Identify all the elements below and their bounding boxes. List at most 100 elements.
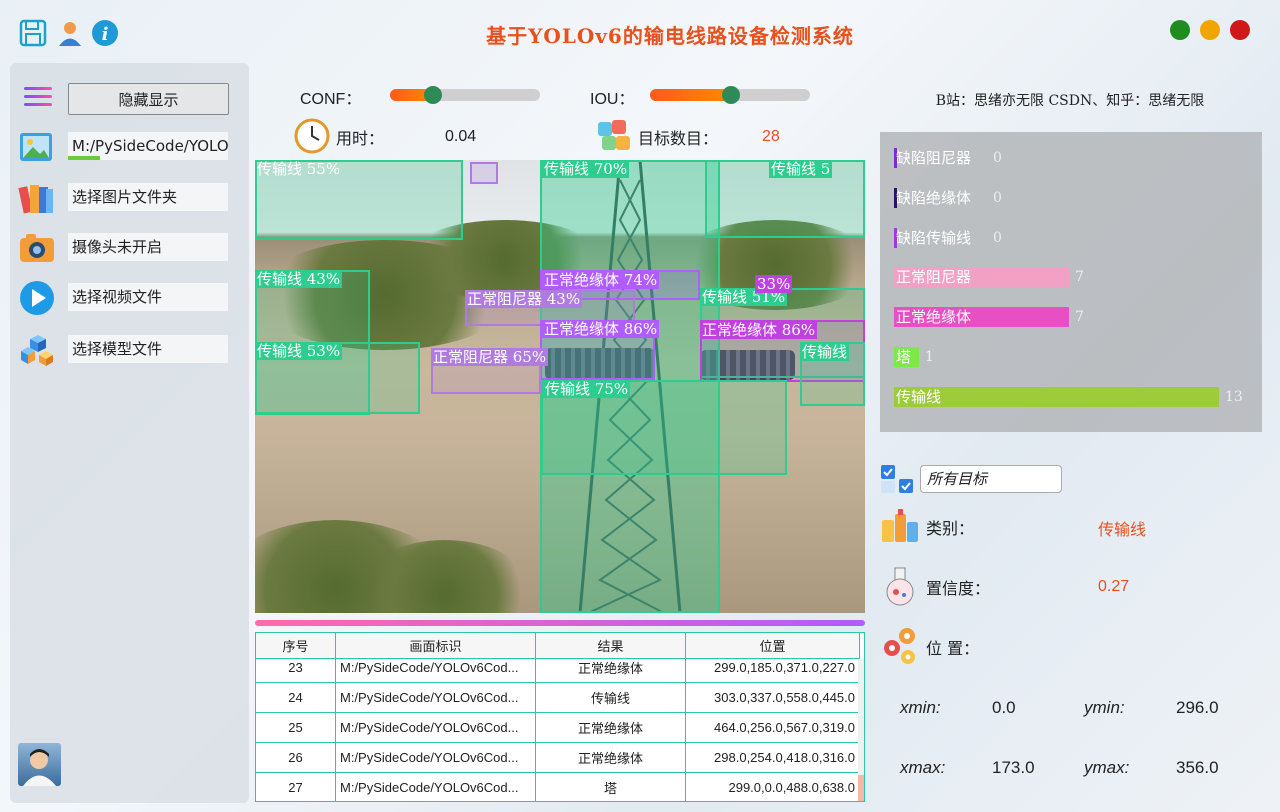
svg-text:i: i bbox=[102, 24, 109, 45]
info-icon[interactable]: i bbox=[90, 18, 120, 48]
cell-index: 27 bbox=[256, 773, 336, 801]
cell-source: M:/PySideCode/YOLOv6Cod... bbox=[336, 683, 536, 712]
detection-label: 传输线 5 bbox=[769, 160, 833, 178]
stat-row: 缺陷阻尼器 0 bbox=[894, 148, 1002, 168]
detection-label: 正常绝缘体 86% bbox=[700, 321, 818, 339]
flask-icon bbox=[882, 566, 918, 610]
xmax-value: 173.0 bbox=[992, 758, 1035, 777]
stat-row: 传输线 13 bbox=[894, 387, 1243, 407]
iou-label: IOU： bbox=[590, 91, 635, 108]
detection-label: 33% bbox=[755, 275, 793, 293]
cell-position: 298.0,254.0,418.0,316.0 bbox=[686, 743, 860, 772]
table-row[interactable]: 25 M:/PySideCode/YOLOv6Cod... 正常绝缘体 464.… bbox=[256, 713, 860, 743]
conf-label: CONF： bbox=[300, 91, 362, 108]
count-value: 28 bbox=[762, 128, 780, 145]
target-select[interactable]: 所有目标 bbox=[920, 465, 1062, 493]
select-image-folder[interactable]: 选择图片文件夹 bbox=[68, 183, 228, 211]
table-row[interactable]: 23 M:/PySideCode/YOLOv6Cod... 正常绝缘体 299.… bbox=[256, 653, 860, 683]
camera-icon bbox=[18, 229, 56, 267]
time-label: 用时： bbox=[336, 129, 385, 148]
dice-icon bbox=[596, 118, 632, 158]
bottles-icon bbox=[880, 506, 920, 550]
cell-position: 299.0,0.0,488.0,638.0 bbox=[686, 773, 860, 801]
maximize-button[interactable] bbox=[1170, 20, 1190, 40]
cell-source: M:/PySideCode/YOLOv6Cod... bbox=[336, 773, 536, 801]
cell-position: 299.0,185.0,371.0,227.0 bbox=[686, 653, 860, 682]
close-button[interactable] bbox=[1230, 20, 1250, 40]
cell-result: 正常绝缘体 bbox=[536, 713, 686, 742]
cell-result: 传输线 bbox=[536, 683, 686, 712]
detection-label: 传输线 55% bbox=[257, 160, 341, 178]
conf-slider[interactable] bbox=[390, 86, 540, 104]
detection-box bbox=[470, 162, 498, 184]
stat-bar: 塔 bbox=[894, 347, 919, 367]
detection-label: 正常阻尼器 43% bbox=[465, 290, 583, 308]
ymax-value: 356.0 bbox=[1176, 758, 1219, 777]
cell-position: 464.0,256.0,567.0,319.0 bbox=[686, 713, 860, 742]
detection-label: 传输线 70% bbox=[542, 160, 630, 178]
table-row[interactable]: 27 M:/PySideCode/YOLOv6Cod... 塔 299.0,0.… bbox=[256, 773, 860, 801]
stat-row: 正常阻尼器 7 bbox=[894, 267, 1084, 287]
stat-row: 缺陷传输线 0 bbox=[894, 228, 1002, 248]
detection-label: 传输线 43% bbox=[255, 270, 343, 288]
stat-row: 塔 1 bbox=[894, 347, 934, 367]
sidebar: 隐藏显示 M:/PySideCode/YOLO 选择图片文件夹 摄像头未开启 选… bbox=[10, 63, 249, 803]
cell-source: M:/PySideCode/YOLOv6Cod... bbox=[336, 653, 536, 682]
count-label: 目标数目： bbox=[638, 129, 719, 148]
iou-slider-handle[interactable] bbox=[722, 86, 740, 104]
detection-label: 传输线 53% bbox=[255, 342, 343, 360]
confidence-label: 置信度： bbox=[926, 579, 991, 598]
minimize-button[interactable] bbox=[1200, 20, 1220, 40]
conf-slider-handle[interactable] bbox=[424, 86, 442, 104]
stat-row: 正常绝缘体 7 bbox=[894, 307, 1084, 327]
ymin-value: 296.0 bbox=[1176, 698, 1219, 717]
xmax-label: xmax: bbox=[900, 758, 946, 777]
iou-slider[interactable] bbox=[650, 86, 810, 104]
cell-index: 25 bbox=[256, 713, 336, 742]
cubes-icon bbox=[18, 331, 56, 369]
cell-source: M:/PySideCode/YOLOv6Cod... bbox=[336, 743, 536, 772]
time-value: 0.04 bbox=[445, 128, 477, 145]
xmin-value: 0.0 bbox=[992, 698, 1016, 717]
stat-bar: 正常绝缘体 bbox=[894, 307, 1069, 327]
play-icon bbox=[18, 279, 56, 317]
user-icon[interactable] bbox=[55, 18, 85, 48]
credit-text: B站：思绪亦无限 CSDN、知乎：思绪无限 bbox=[935, 93, 1205, 109]
detection-label: 传输线 bbox=[800, 343, 850, 361]
cell-result: 正常绝缘体 bbox=[536, 743, 686, 772]
select-model-file[interactable]: 选择模型文件 bbox=[68, 335, 228, 363]
class-value: 传输线 bbox=[1098, 520, 1147, 539]
cell-position: 303.0,337.0,558.0,445.0 bbox=[686, 683, 860, 712]
app-title: 基于YOLOv6的输电线路设备检测系统 bbox=[486, 24, 854, 48]
table-row[interactable]: 26 M:/PySideCode/YOLOv6Cod... 正常绝缘体 298.… bbox=[256, 743, 860, 773]
cell-source: M:/PySideCode/YOLOv6Cod... bbox=[336, 713, 536, 742]
cell-index: 26 bbox=[256, 743, 336, 772]
stat-bar: 缺陷绝缘体 bbox=[894, 188, 972, 208]
select-video-file[interactable]: 选择视频文件 bbox=[68, 283, 228, 311]
detection-image: 传输线 55% 传输线 70% 传输线 5 传输线 43% 正常绝缘体 74% … bbox=[255, 160, 865, 613]
books-icon bbox=[18, 179, 56, 217]
table-scrollbar[interactable] bbox=[858, 659, 864, 801]
xmin-label: xmin: bbox=[900, 698, 941, 717]
stat-row: 缺陷绝缘体 0 bbox=[894, 188, 1002, 208]
confidence-value: 0.27 bbox=[1098, 578, 1130, 595]
camera-toggle[interactable]: 摄像头未开启 bbox=[68, 233, 228, 261]
menu-icon[interactable] bbox=[24, 87, 52, 111]
class-label: 类别： bbox=[926, 519, 975, 538]
table-row[interactable]: 24 M:/PySideCode/YOLOv6Cod... 传输线 303.0,… bbox=[256, 683, 860, 713]
ymin-label: ymin: bbox=[1084, 698, 1125, 717]
cell-index: 24 bbox=[256, 683, 336, 712]
results-table[interactable]: 序号 画面标识 结果 位置 23 M:/PySideCode/YOLOv6Cod… bbox=[255, 632, 865, 802]
image-separator bbox=[255, 620, 865, 626]
cell-result: 正常绝缘体 bbox=[536, 653, 686, 682]
gears-icon bbox=[882, 626, 920, 670]
hide-display-button[interactable]: 隐藏显示 bbox=[68, 83, 229, 115]
stat-bar: 缺陷阻尼器 bbox=[894, 148, 972, 168]
stat-bar: 正常阻尼器 bbox=[894, 267, 1069, 287]
save-icon[interactable] bbox=[18, 18, 48, 48]
cell-index: 23 bbox=[256, 653, 336, 682]
path-progress-bar bbox=[68, 156, 100, 160]
class-stats-chart: 缺陷阻尼器 0 缺陷绝缘体 0 缺陷传输线 0 正常阻尼器 7 正常绝缘体 7 … bbox=[880, 132, 1262, 432]
image-icon bbox=[18, 129, 56, 167]
cell-result: 塔 bbox=[536, 773, 686, 801]
